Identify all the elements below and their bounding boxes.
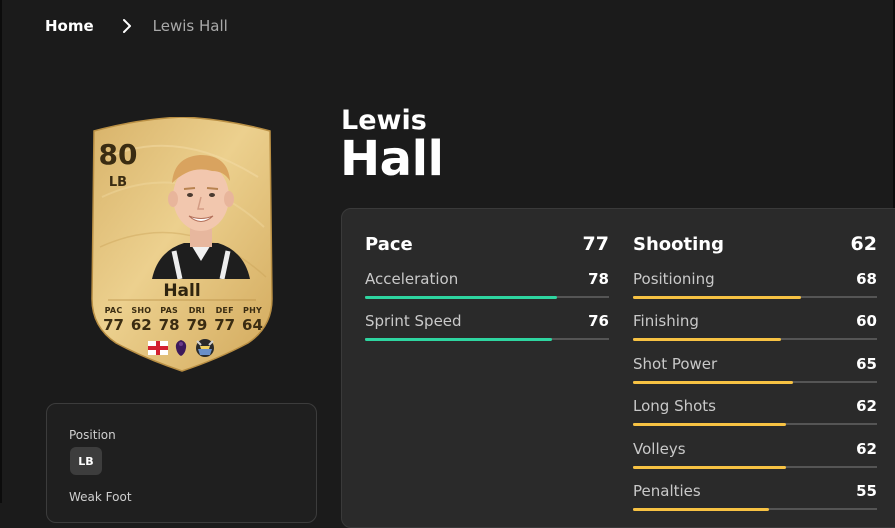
card-badges — [88, 337, 276, 359]
stat-value: 55 — [856, 482, 877, 500]
stat-group-title: Shooting — [633, 234, 724, 255]
stat-row: Volleys 62 — [633, 440, 877, 469]
stat-value: 62 — [856, 440, 877, 458]
stats-panel: Pace 77 Acceleration 78 Sprint Speed 76 Sh… — [341, 208, 895, 528]
england-flag-icon — [148, 341, 168, 355]
stat-name: Penalties — [633, 482, 701, 500]
stat-bar-fill — [633, 380, 794, 384]
card-player-name: Hall — [163, 281, 201, 301]
stat-name: Sprint Speed — [365, 312, 462, 330]
card-stat-pac: PAC 77 — [103, 306, 124, 334]
stat-value: 68 — [856, 270, 877, 288]
card-stats: PAC 77 SHO 62 PAS 78 DRI 79 DEF 77 PHY 64 — [100, 306, 266, 334]
stat-name: Volleys — [633, 440, 686, 458]
stat-value: 76 — [588, 312, 609, 330]
stat-value: 60 — [856, 312, 877, 330]
stat-bar-track — [365, 295, 609, 299]
card-stat-pas: PAS 78 — [158, 306, 180, 334]
stat-name: Shot Power — [633, 355, 718, 373]
stat-bar-track — [633, 422, 877, 426]
newcastle-crest-icon — [196, 339, 214, 357]
stat-bar-track — [365, 337, 609, 341]
player-card: 80 LB Hall PAC 77 SHO 62 PAS 78 DRI 79 DEF 77… — [88, 117, 276, 372]
stat-bar-track — [633, 507, 877, 511]
card-stat-phy: PHY 64 — [242, 306, 263, 334]
premier-league-icon — [175, 340, 187, 356]
player-last-name: Hall — [340, 131, 444, 187]
stat-group-value: 62 — [850, 233, 877, 255]
stat-row: Sprint Speed 76 — [365, 312, 609, 341]
stat-name: Long Shots — [633, 397, 716, 415]
stat-bar-track — [633, 380, 877, 384]
stat-name: Acceleration — [365, 270, 459, 288]
card-stat-dri: DRI 79 — [186, 306, 208, 334]
card-stat-sho: SHO 62 — [130, 306, 152, 334]
player-photo — [152, 155, 250, 279]
stat-bar-fill — [633, 465, 786, 469]
stat-group-title: Pace — [365, 234, 413, 255]
stat-bar-track — [633, 295, 877, 299]
stat-bar-fill — [633, 295, 801, 299]
breadcrumb-current: Lewis Hall — [152, 17, 228, 35]
card-rating: 80 — [98, 138, 138, 171]
stat-row: Positioning 68 — [633, 270, 877, 299]
stat-bar-track — [633, 337, 877, 341]
stat-bar-fill — [633, 507, 769, 511]
stat-row: Shot Power 65 — [633, 355, 877, 384]
player-info-box: Position LB Weak Foot — [46, 403, 317, 523]
stat-value: 62 — [856, 397, 877, 415]
card-stat-def: DEF 77 — [214, 306, 236, 334]
position-badge: LB — [70, 447, 102, 475]
stat-row: Acceleration 78 — [365, 270, 609, 299]
stat-value: 78 — [588, 270, 609, 288]
stat-value: 65 — [856, 355, 877, 373]
position-label: Position — [69, 428, 116, 442]
stat-bar-fill — [365, 295, 558, 299]
card-position: LB — [108, 175, 128, 190]
stat-bar-fill — [365, 337, 553, 341]
stat-row: Finishing 60 — [633, 312, 877, 341]
chevron-right-icon — [122, 19, 131, 33]
stat-name: Positioning — [633, 270, 715, 288]
stat-group-header: Pace 77 — [365, 233, 609, 255]
stat-row: Penalties 55 — [633, 482, 877, 511]
stat-bar-fill — [633, 422, 786, 426]
stat-group-header: Shooting 62 — [633, 233, 877, 255]
stat-bar-track — [633, 465, 877, 469]
stat-group-value: 77 — [582, 233, 609, 255]
stat-name: Finishing — [633, 312, 699, 330]
weak-foot-label: Weak Foot — [69, 490, 132, 504]
breadcrumb: Home Lewis Hall — [45, 15, 228, 37]
breadcrumb-home-link[interactable]: Home — [45, 17, 94, 35]
stat-row: Long Shots 62 — [633, 397, 877, 426]
stat-bar-fill — [633, 337, 781, 341]
